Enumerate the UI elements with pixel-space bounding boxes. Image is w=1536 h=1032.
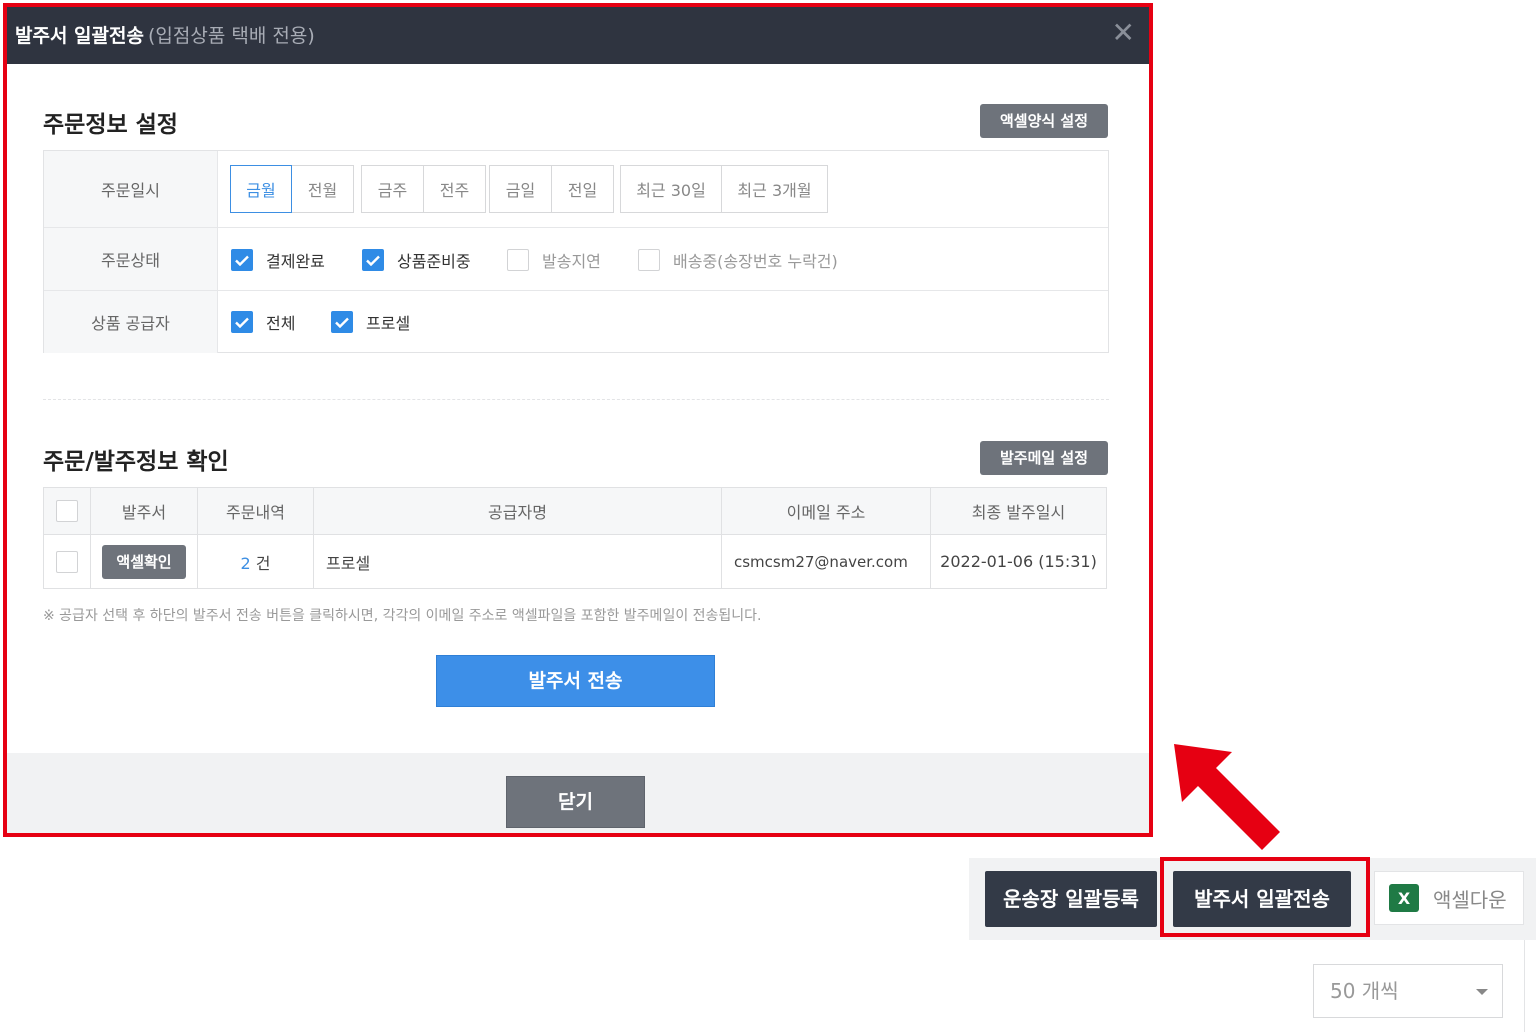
period-last-month-button[interactable]: 전월 (291, 165, 354, 213)
order-settings-table: 주문일시 금월 전월 금주 전주 금일 전일 최근 30일 최근 3개월 주문상… (43, 150, 1109, 353)
period-this-month-button[interactable]: 금월 (230, 165, 292, 213)
row-select-cell (43, 534, 91, 589)
status-preparing-label: 상품준비중 (397, 252, 471, 271)
section-divider (43, 399, 1109, 400)
status-preparing-checkbox[interactable]: 상품준비중 (362, 248, 471, 272)
period-group-month: 금월 전월 (230, 165, 354, 213)
check-icon (231, 311, 253, 333)
order-confirm-title: 주문/발주정보 확인 (43, 449, 229, 475)
chevron-down-icon (1476, 989, 1488, 995)
empty-checkbox-icon (638, 249, 660, 271)
supplier-row: 상품 공급자 전체 프로셀 (44, 291, 1108, 353)
panel-edge (1524, 940, 1536, 1032)
send-order-button[interactable]: 발주서 전송 (436, 655, 715, 707)
supplier-procell-label: 프로셀 (366, 314, 411, 333)
select-all-cell (43, 487, 91, 535)
select-all-checkbox[interactable] (56, 500, 78, 522)
excel-icon: X (1389, 884, 1419, 912)
col-order-details: 주문내역 (197, 487, 314, 535)
supplier-all-checkbox[interactable]: 전체 (231, 310, 295, 334)
excel-download-button[interactable]: X 액셀다운 (1374, 871, 1524, 925)
order-count-link[interactable]: 2 (240, 554, 250, 573)
order-table: 발주서 주문내역 공급자명 이메일 주소 최종 발주일시 액셀확인 2 건 프로… (43, 487, 1107, 589)
check-icon (331, 311, 353, 333)
period-this-week-button[interactable]: 금주 (361, 165, 424, 213)
last-sent-cell: 2022-01-06 (15:31) (930, 534, 1107, 589)
bulk-send-modal: 발주서 일괄전송 (입점상품 택배 전용) ✕ 주문정보 설정 액셀양식 설정 주… (3, 3, 1153, 837)
excel-format-settings-button[interactable]: 액셀양식 설정 (980, 104, 1108, 138)
period-last-week-button[interactable]: 전주 (423, 165, 486, 213)
modal-subtitle: (입점상품 택배 전용) (147, 25, 315, 47)
notice-text: ※ 공급자 선택 후 하단의 발주서 전송 버튼을 클릭하시면, 각각의 이메일… (43, 608, 762, 624)
status-paid-checkbox[interactable]: 결제완료 (231, 248, 325, 272)
waybill-bulk-register-button[interactable]: 운송장 일괄등록 (985, 871, 1157, 927)
close-icon[interactable]: ✕ (1112, 17, 1135, 49)
period-group-recent: 최근 30일 최근 3개월 (620, 165, 828, 213)
date-label: 주문일시 (44, 151, 218, 227)
excel-download-label: 액셀다운 (1433, 887, 1507, 912)
period-30days-button[interactable]: 최근 30일 (620, 165, 722, 213)
highlight-box (1160, 857, 1370, 937)
period-group-day: 금일 전일 (489, 165, 614, 213)
check-icon (362, 249, 384, 271)
supplier-procell-checkbox[interactable]: 프로셀 (331, 310, 410, 334)
table-header-row: 발주서 주문내역 공급자명 이메일 주소 최종 발주일시 (43, 487, 1107, 535)
order-settings-title: 주문정보 설정 (43, 112, 178, 138)
modal-title-text: 발주서 일괄전송 (15, 25, 144, 47)
col-email: 이메일 주소 (721, 487, 931, 535)
supplier-all-label: 전체 (266, 314, 296, 333)
period-today-button[interactable]: 금일 (489, 165, 552, 213)
check-icon (231, 249, 253, 271)
row-checkbox[interactable] (56, 550, 78, 573)
table-row: 액셀확인 2 건 프로셀 csmcsm27@naver.com 2022-01-… (43, 534, 1107, 589)
status-label: 주문상태 (44, 228, 218, 290)
supplier-cell: 프로셀 (313, 534, 722, 589)
status-delayed-checkbox[interactable]: 발송지연 (507, 248, 601, 272)
supplier-label: 상품 공급자 (44, 291, 218, 353)
modal-title: 발주서 일괄전송 (입점상품 택배 전용) (15, 21, 315, 48)
period-group-week: 금주 전주 (361, 165, 486, 213)
col-supplier-name: 공급자명 (313, 487, 722, 535)
status-row: 주문상태 결제완료 상품준비중 발송지연 배송중(송장번호 누락건) (44, 228, 1108, 291)
period-yesterday-button[interactable]: 전일 (551, 165, 614, 213)
order-count-unit: 건 (255, 553, 271, 573)
period-3months-button[interactable]: 최근 3개월 (721, 165, 828, 213)
col-last-sent: 최종 발주일시 (930, 487, 1107, 535)
order-mail-settings-button[interactable]: 발주메일 설정 (980, 441, 1108, 475)
page-size-select[interactable]: 50 개씩 (1313, 964, 1503, 1018)
email-cell: csmcsm27@naver.com (721, 534, 931, 589)
modal-header: 발주서 일괄전송 (입점상품 택배 전용) ✕ (7, 7, 1149, 64)
excel-check-button[interactable]: 액셀확인 (102, 544, 186, 579)
count-cell: 2 건 (197, 534, 314, 589)
modal-footer: 닫기 (7, 753, 1149, 833)
arrow-icon (1174, 744, 1280, 850)
col-order-sheet: 발주서 (90, 487, 198, 535)
page-size-value: 50 개씩 (1330, 979, 1399, 1003)
status-paid-label: 결제완료 (266, 252, 325, 271)
date-row: 주문일시 금월 전월 금주 전주 금일 전일 최근 30일 최근 3개월 (44, 151, 1108, 228)
status-delayed-label: 발송지연 (542, 252, 601, 271)
empty-checkbox-icon (507, 249, 529, 271)
close-button[interactable]: 닫기 (506, 776, 645, 828)
action-cell: 액셀확인 (90, 534, 198, 589)
status-shipping-checkbox[interactable]: 배송중(송장번호 누락건) (638, 248, 838, 272)
status-shipping-label: 배송중(송장번호 누락건) (673, 252, 838, 271)
